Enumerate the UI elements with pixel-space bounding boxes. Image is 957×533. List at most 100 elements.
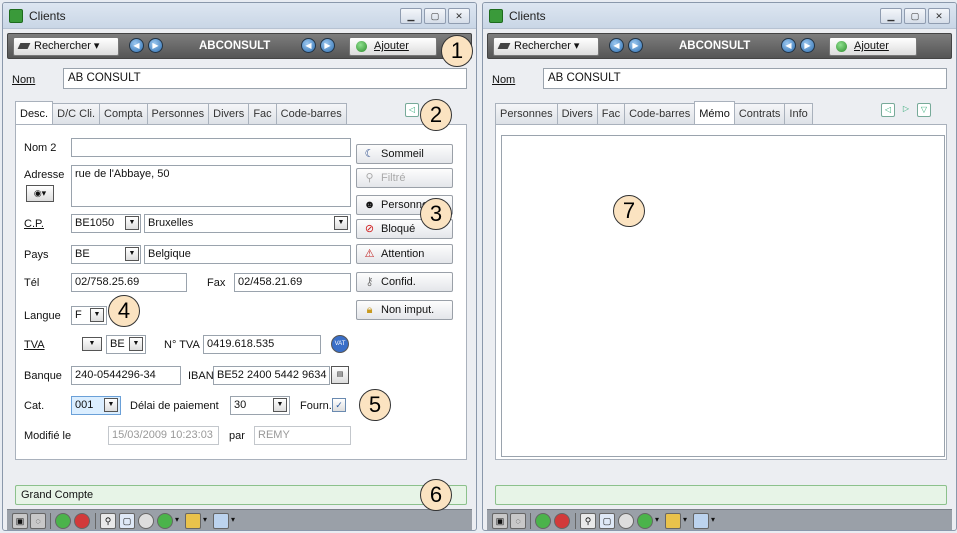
action-menu-chevron-icon[interactable]: ▾ xyxy=(655,515,659,524)
first-record-icon[interactable]: ◀ xyxy=(781,38,796,53)
action-menu-icon[interactable] xyxy=(157,513,173,529)
delai-dropdown-icon[interactable]: ▼ xyxy=(273,398,287,412)
previous-record-icon[interactable]: ◀ xyxy=(129,38,144,53)
map-globe-icon[interactable]: ◉▾ xyxy=(26,185,54,202)
tab-contrats[interactable]: Contrats xyxy=(733,103,786,124)
cat-dropdown-icon[interactable]: ▼ xyxy=(104,398,118,412)
nom2-field[interactable] xyxy=(71,138,351,157)
minimize-button[interactable]: ▁ xyxy=(400,8,422,24)
nom-label: Nom xyxy=(492,74,516,86)
tab-fac[interactable]: Fac xyxy=(248,103,277,124)
next-record-icon[interactable]: ▶ xyxy=(628,38,643,53)
nom-field[interactable]: AB CONSULT xyxy=(543,68,947,89)
close-button[interactable]: ✕ xyxy=(448,8,470,24)
non-imput-label: Non imput. xyxy=(381,304,435,316)
title-bar: Clients ▁ ▢ ✕ xyxy=(483,3,956,29)
maximize-button[interactable]: ▢ xyxy=(904,8,926,24)
disc-icon[interactable] xyxy=(618,513,634,529)
maximize-button[interactable]: ▢ xyxy=(424,8,446,24)
confid-button[interactable]: ⚷ Confid. xyxy=(356,272,453,292)
last-record-icon[interactable]: ▶ xyxy=(320,38,335,53)
add-record-icon[interactable] xyxy=(535,513,551,529)
tva-regime-dropdown-icon[interactable]: ▼ xyxy=(82,337,102,351)
search-button[interactable]: Rechercher ▾ xyxy=(493,37,599,56)
callout-1: 1 xyxy=(441,35,473,67)
tab-scroll-left-icon[interactable]: ◁ xyxy=(881,103,895,117)
save-icon[interactable]: ▣ xyxy=(492,513,508,529)
report-icon[interactable] xyxy=(665,513,681,529)
fax-field[interactable]: 02/458.21.69 xyxy=(234,273,351,292)
action-menu-chevron-icon[interactable]: ▾ xyxy=(175,515,179,524)
pays-name-field[interactable]: Belgique xyxy=(144,245,351,264)
calendar-chevron-icon[interactable]: ▾ xyxy=(711,515,715,524)
pays-dropdown-icon[interactable]: ▼ xyxy=(125,247,139,261)
add-button[interactable]: Ajouter xyxy=(829,37,917,56)
action-menu-icon[interactable] xyxy=(637,513,653,529)
close-button[interactable]: ✕ xyxy=(928,8,950,24)
tab-divers[interactable]: Divers xyxy=(556,103,598,124)
adresse-field[interactable]: rue de l'Abbaye, 50 xyxy=(71,165,351,207)
sommeil-button[interactable]: ☾ Sommeil xyxy=(356,144,453,164)
first-record-icon[interactable]: ◀ xyxy=(301,38,316,53)
calendar-chevron-icon[interactable]: ▾ xyxy=(231,515,235,524)
nom-field[interactable]: AB CONSULT xyxy=(63,68,467,89)
window-icon[interactable]: ▢ xyxy=(599,513,615,529)
key-icon: ⚷ xyxy=(365,276,374,288)
tab-personnes[interactable]: Personnes xyxy=(495,103,558,124)
tab-compta[interactable]: Compta xyxy=(99,103,148,124)
tel-field[interactable]: 02/758.25.69 xyxy=(71,273,187,292)
calendar-icon[interactable] xyxy=(213,513,229,529)
banque-field[interactable]: 240-0544296-34 xyxy=(71,366,181,385)
tab-desc[interactable]: Desc. xyxy=(15,101,54,124)
filter-tool-icon[interactable]: ⚲ xyxy=(580,513,596,529)
tab-scroll-right-icon[interactable]: ▷ xyxy=(899,103,913,117)
report-icon[interactable] xyxy=(185,513,201,529)
city-dropdown-icon[interactable]: ▼ xyxy=(334,216,348,230)
tab-personnes[interactable]: Personnes xyxy=(146,103,210,124)
last-record-icon[interactable]: ▶ xyxy=(800,38,815,53)
disc-icon[interactable] xyxy=(138,513,154,529)
tab-dc-cli[interactable]: D/C Cli. xyxy=(52,103,101,124)
tab-scroll-left-icon[interactable]: ◁ xyxy=(405,103,419,117)
par-label: par xyxy=(229,430,245,442)
report-chevron-icon[interactable]: ▾ xyxy=(203,515,207,524)
cancel-icon[interactable]: ◌ xyxy=(30,513,46,529)
langue-dropdown-icon[interactable]: ▼ xyxy=(90,308,104,322)
add-button[interactable]: Ajouter xyxy=(349,37,437,56)
bank-lookup-icon[interactable]: ▤ xyxy=(331,366,349,384)
tab-code-barres[interactable]: Code-barres xyxy=(624,103,696,124)
tel-label: Tél xyxy=(24,277,40,289)
attention-button[interactable]: ⚠ Attention xyxy=(356,244,453,264)
window-icon[interactable]: ▢ xyxy=(119,513,135,529)
tab-divers[interactable]: Divers xyxy=(208,103,250,124)
vat-check-icon[interactable]: VAT xyxy=(331,335,349,353)
search-button[interactable]: Rechercher ▾ xyxy=(13,37,119,56)
sommeil-label: Sommeil xyxy=(381,148,424,160)
next-record-icon[interactable]: ▶ xyxy=(148,38,163,53)
minimize-button[interactable]: ▁ xyxy=(880,8,902,24)
fourn-checkbox[interactable]: ✓ xyxy=(332,398,346,412)
previous-record-icon[interactable]: ◀ xyxy=(609,38,624,53)
save-icon[interactable]: ▣ xyxy=(12,513,28,529)
tab-list-icon[interactable]: ▽ xyxy=(917,103,931,117)
ntva-field[interactable]: 0419.618.535 xyxy=(203,335,321,354)
city-field[interactable]: Bruxelles xyxy=(144,214,351,233)
non-imput-button[interactable]: 🔒︎ Non imput. xyxy=(356,300,453,320)
filter-tool-icon[interactable]: ⚲ xyxy=(100,513,116,529)
iban-field[interactable]: BE52 2400 5442 9634 xyxy=(213,366,330,385)
tva-country-dropdown-icon[interactable]: ▼ xyxy=(129,337,143,351)
tab-memo[interactable]: Mémo xyxy=(694,101,735,124)
add-record-icon[interactable] xyxy=(55,513,71,529)
tab-info[interactable]: Info xyxy=(784,103,813,124)
calendar-icon[interactable] xyxy=(693,513,709,529)
tab-fac[interactable]: Fac xyxy=(596,103,626,124)
delete-record-icon[interactable] xyxy=(74,513,90,529)
cancel-icon[interactable]: ◌ xyxy=(510,513,526,529)
memo-textarea[interactable] xyxy=(501,135,945,457)
tab-code-barres[interactable]: Code-barres xyxy=(275,103,347,124)
report-chevron-icon[interactable]: ▾ xyxy=(683,515,687,524)
cp-dropdown-icon[interactable]: ▼ xyxy=(125,216,139,230)
delete-record-icon[interactable] xyxy=(554,513,570,529)
status-bar: Grand Compte xyxy=(15,485,467,505)
add-label: Ajouter xyxy=(854,40,889,52)
